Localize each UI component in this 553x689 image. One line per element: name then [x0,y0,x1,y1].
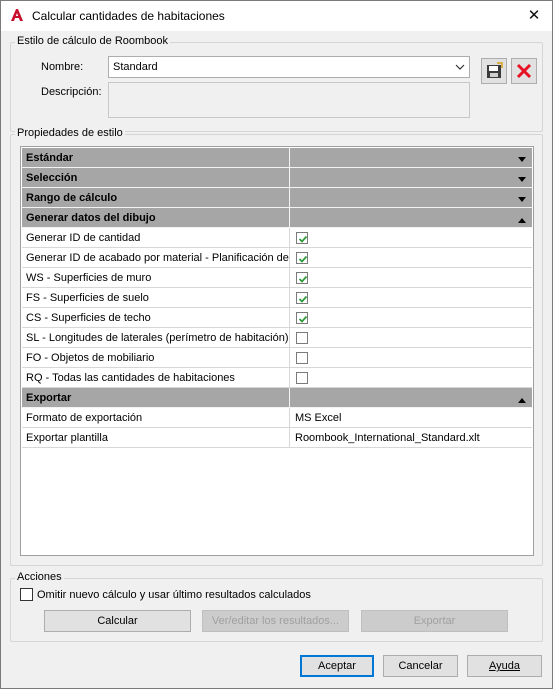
grid-property-row[interactable]: Generar ID de cantidad [22,228,532,248]
style-name-value: Standard [113,61,158,73]
help-button[interactable]: Ayuda [467,655,542,677]
grid-property-row[interactable]: Formato de exportación MS Excel [22,408,532,428]
property-value-cell [291,268,532,287]
description-label: Descripción: [41,86,102,98]
property-checkbox[interactable] [296,252,308,264]
autocad-logo-icon [9,7,25,23]
title-bar[interactable]: Calcular cantidades de habitaciones ✕ [1,1,552,31]
property-name: CS - Superficies de techo [22,308,290,327]
window-title: Calcular cantidades de habitaciones [32,9,225,23]
property-checkbox[interactable] [296,352,308,364]
property-value-cell [291,248,532,267]
property-name: FO - Objetos de mobiliario [22,348,290,367]
property-name: Generar ID de cantidad [22,228,290,247]
category-label: Generar datos del dibujo [22,208,290,227]
grid-category-row[interactable]: Rango de cálculo [22,188,532,208]
property-name: Exportar plantilla [22,428,290,447]
grid-category-row[interactable]: Selección [22,168,532,188]
property-value-cell [291,308,532,327]
chevron-up-icon [518,214,526,223]
grid-property-row[interactable]: FS - Superficies de suelo [22,288,532,308]
grid-property-row[interactable]: Generar ID de acabado por material - Pla… [22,248,532,268]
grid-category-row[interactable]: Generar datos del dibujo [22,208,532,228]
category-label: Selección [22,168,290,187]
style-name-dropdown[interactable]: Standard [108,56,470,78]
save-style-button[interactable] [481,58,507,84]
property-name: FS - Superficies de suelo [22,288,290,307]
chevron-down-icon [518,154,526,162]
accept-button[interactable]: Aceptar [300,655,374,677]
chevron-up-icon [518,394,526,403]
grid-property-row[interactable]: CS - Superficies de techo [22,308,532,328]
cancel-button[interactable]: Cancelar [383,655,458,677]
calculate-button[interactable]: Calcular [44,610,191,632]
category-toggle[interactable] [291,188,532,207]
property-checkbox[interactable] [296,332,308,344]
grid-property-row[interactable]: WS - Superficies de muro [22,268,532,288]
skip-recalculation-checkbox[interactable] [20,588,33,601]
property-name: RQ - Todas las cantidades de habitacione… [22,368,290,387]
property-name: WS - Superficies de muro [22,268,290,287]
property-name: Generar ID de acabado por material - Pla… [22,248,290,267]
category-label: Rango de cálculo [22,188,290,207]
property-value[interactable]: MS Excel [291,408,532,427]
delete-style-button[interactable] [511,58,537,84]
view-edit-results-button[interactable]: Ver/editar los resultados... [202,610,349,632]
grid-category-row[interactable]: Exportar [22,388,532,408]
grid-property-row[interactable]: SL - Longitudes de laterales (perímetro … [22,328,532,348]
grid-category-row[interactable]: Estándar [22,148,532,168]
property-checkbox[interactable] [296,272,308,284]
style-group-legend: Estilo de cálculo de Roombook [15,35,171,47]
property-name: Formato de exportación [22,408,290,427]
category-label: Estándar [22,148,290,167]
property-value-cell [291,328,532,347]
category-toggle[interactable] [291,148,532,167]
property-checkbox[interactable] [296,292,308,304]
category-label: Exportar [22,388,290,407]
category-toggle[interactable] [291,388,532,407]
property-name: SL - Longitudes de laterales (perímetro … [22,328,290,347]
category-toggle[interactable] [291,208,532,227]
property-checkbox[interactable] [296,312,308,324]
description-field [108,82,470,118]
close-button[interactable]: ✕ [517,3,551,29]
help-label: Ayuda [489,660,520,672]
property-value-cell [291,288,532,307]
export-button[interactable]: Exportar [361,610,508,632]
property-value-cell [291,348,532,367]
grid-property-row[interactable]: RQ - Todas las cantidades de habitacione… [22,368,532,388]
actions-group-legend: Acciones [15,571,64,583]
chevron-down-icon [518,194,526,202]
property-value-cell [291,228,532,247]
grid-property-row[interactable]: Exportar plantilla Roombook_International… [22,428,532,448]
property-checkbox[interactable] [296,372,308,384]
property-checkbox[interactable] [296,232,308,244]
dialog-window: Calcular cantidades de habitaciones ✕ Es… [0,0,553,689]
property-grid[interactable]: Estándar Selección Rango de cálculo Generar… [20,146,534,556]
property-value[interactable]: Roombook_International_Standard.xlt [291,428,532,447]
skip-recalculation-label: Omitir nuevo cálculo y usar último resul… [37,589,311,601]
grid-property-row[interactable]: FO - Objetos de mobiliario [22,348,532,368]
chevron-down-icon [455,62,465,72]
name-label: Nombre: [41,61,84,73]
properties-group-legend: Propiedades de estilo [15,127,125,139]
chevron-down-icon [518,174,526,182]
category-toggle[interactable] [291,168,532,187]
property-value-cell [291,368,532,387]
